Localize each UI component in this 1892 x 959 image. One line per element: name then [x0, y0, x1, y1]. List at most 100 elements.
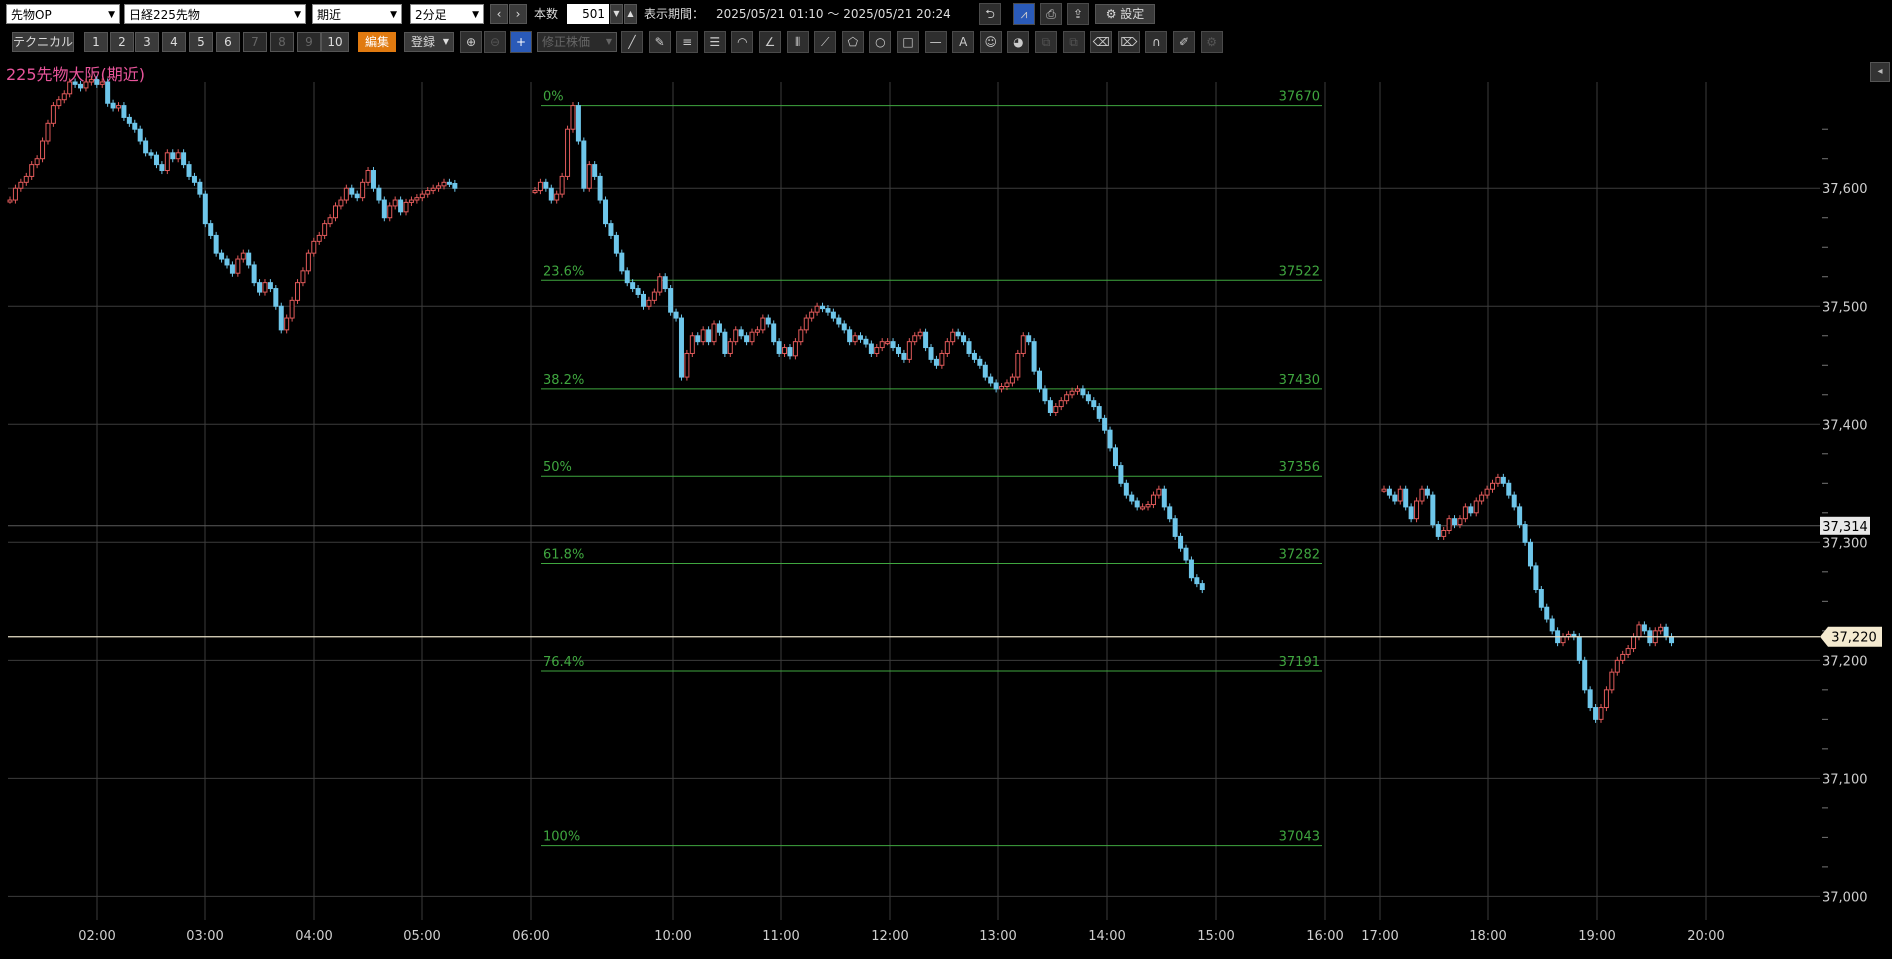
candle-body: [1167, 506, 1173, 520]
candle-body: [754, 329, 760, 333]
candle-body: [565, 128, 571, 177]
candle-body: [961, 335, 967, 343]
fib-level-value: 37670: [1279, 90, 1320, 105]
candle-body: [1462, 506, 1468, 520]
candle-body: [78, 83, 84, 89]
candle-body: [436, 185, 442, 189]
candle-body: [370, 170, 376, 189]
candle-body: [316, 234, 322, 242]
candle-body: [999, 386, 1005, 390]
candle-body: [706, 329, 712, 343]
candle-body: [29, 164, 35, 177]
fib-level-label: 61.8%: [543, 548, 584, 563]
candle-body: [1631, 636, 1637, 650]
candle-body: [1015, 352, 1021, 378]
candle-body: [798, 329, 804, 343]
candle-body: [646, 299, 652, 307]
candle-body: [1020, 335, 1026, 354]
candle-body: [1435, 524, 1441, 537]
candle-body: [1178, 535, 1184, 549]
candle-body: [1037, 370, 1043, 390]
y-tick-label: 37,000: [1822, 890, 1868, 905]
candle-body: [1080, 388, 1086, 396]
candle-body: [619, 252, 625, 272]
candle-body: [83, 81, 89, 89]
candle-body: [387, 205, 393, 219]
y-tick-label: 37,300: [1822, 536, 1868, 551]
candle-body: [858, 335, 863, 340]
candle-body: [34, 158, 40, 166]
x-tick-label: 19:00: [1578, 929, 1615, 944]
candle-body: [1641, 624, 1647, 632]
x-tick-label: 17:00: [1361, 929, 1398, 944]
candle-body: [1183, 547, 1189, 561]
candle-body: [1075, 388, 1080, 392]
candle-body: [197, 181, 203, 195]
candle-body: [23, 175, 29, 183]
x-tick-label: 11:00: [762, 929, 799, 944]
candle-body: [678, 317, 684, 378]
candle-body: [890, 341, 896, 349]
candle-body: [635, 288, 641, 295]
candle-body: [1419, 488, 1425, 502]
candle-body: [229, 264, 235, 274]
candle-body: [820, 305, 826, 310]
candle-body: [143, 140, 149, 154]
candle-body: [879, 341, 885, 349]
candle-body: [1430, 494, 1436, 526]
candle-body: [722, 331, 728, 354]
candle-body: [67, 81, 73, 95]
candle-body: [1658, 626, 1664, 632]
candle-body: [554, 193, 560, 201]
fib-level-value: 37282: [1279, 548, 1320, 563]
candle-body: [1009, 376, 1015, 384]
candle-body: [586, 164, 592, 189]
candle-body: [1625, 648, 1631, 655]
candle-body: [1150, 494, 1156, 506]
x-tick-label: 06:00: [512, 929, 549, 944]
candle-body: [608, 223, 614, 236]
candle-body: [532, 190, 538, 194]
candle-body: [950, 331, 956, 343]
candle-body: [1414, 500, 1420, 520]
candle-body: [1091, 400, 1097, 408]
candle-body: [414, 197, 420, 201]
candle-body: [257, 282, 263, 293]
candle-body: [1527, 541, 1533, 567]
current-price-label: 37,220: [1831, 631, 1877, 646]
x-tick-label: 02:00: [78, 929, 115, 944]
candle-body: [1473, 500, 1479, 514]
candle-body: [1522, 524, 1528, 543]
candle-body: [944, 341, 950, 354]
candle-body: [651, 291, 657, 301]
candle-body: [1479, 494, 1485, 502]
fib-level-label: 38.2%: [543, 373, 584, 388]
candle-body: [1403, 488, 1409, 508]
x-tick-label: 15:00: [1197, 929, 1234, 944]
candle-body: [251, 264, 257, 284]
price-chart[interactable]: 02:00 03:00 04:00 05:00 06:00 10:00 11:00 12:00…: [0, 0, 1892, 959]
fib-level-value: 37430: [1279, 373, 1320, 388]
candle-body: [1381, 488, 1387, 492]
candle-body: [1495, 476, 1501, 484]
candle-body: [1042, 388, 1048, 402]
candle-body: [1140, 506, 1146, 510]
candle-body: [787, 347, 793, 357]
candle-body: [425, 190, 431, 195]
candle-body: [105, 81, 111, 104]
candle-body: [376, 187, 382, 201]
candle-body: [760, 317, 766, 331]
candle-body: [262, 282, 268, 293]
candle-body: [1614, 659, 1620, 673]
candle-body: [1096, 406, 1102, 419]
fib-level-label: 50%: [543, 460, 572, 475]
candle-body: [267, 282, 273, 290]
candle-body: [1598, 707, 1604, 720]
candle-body: [208, 223, 214, 236]
x-tick-label: 13:00: [979, 929, 1016, 944]
candle-body: [1156, 488, 1162, 496]
candle-body: [1424, 488, 1430, 496]
candle-body: [863, 338, 869, 345]
y-tick-label: 37,200: [1822, 654, 1868, 669]
candle-body: [240, 252, 246, 260]
